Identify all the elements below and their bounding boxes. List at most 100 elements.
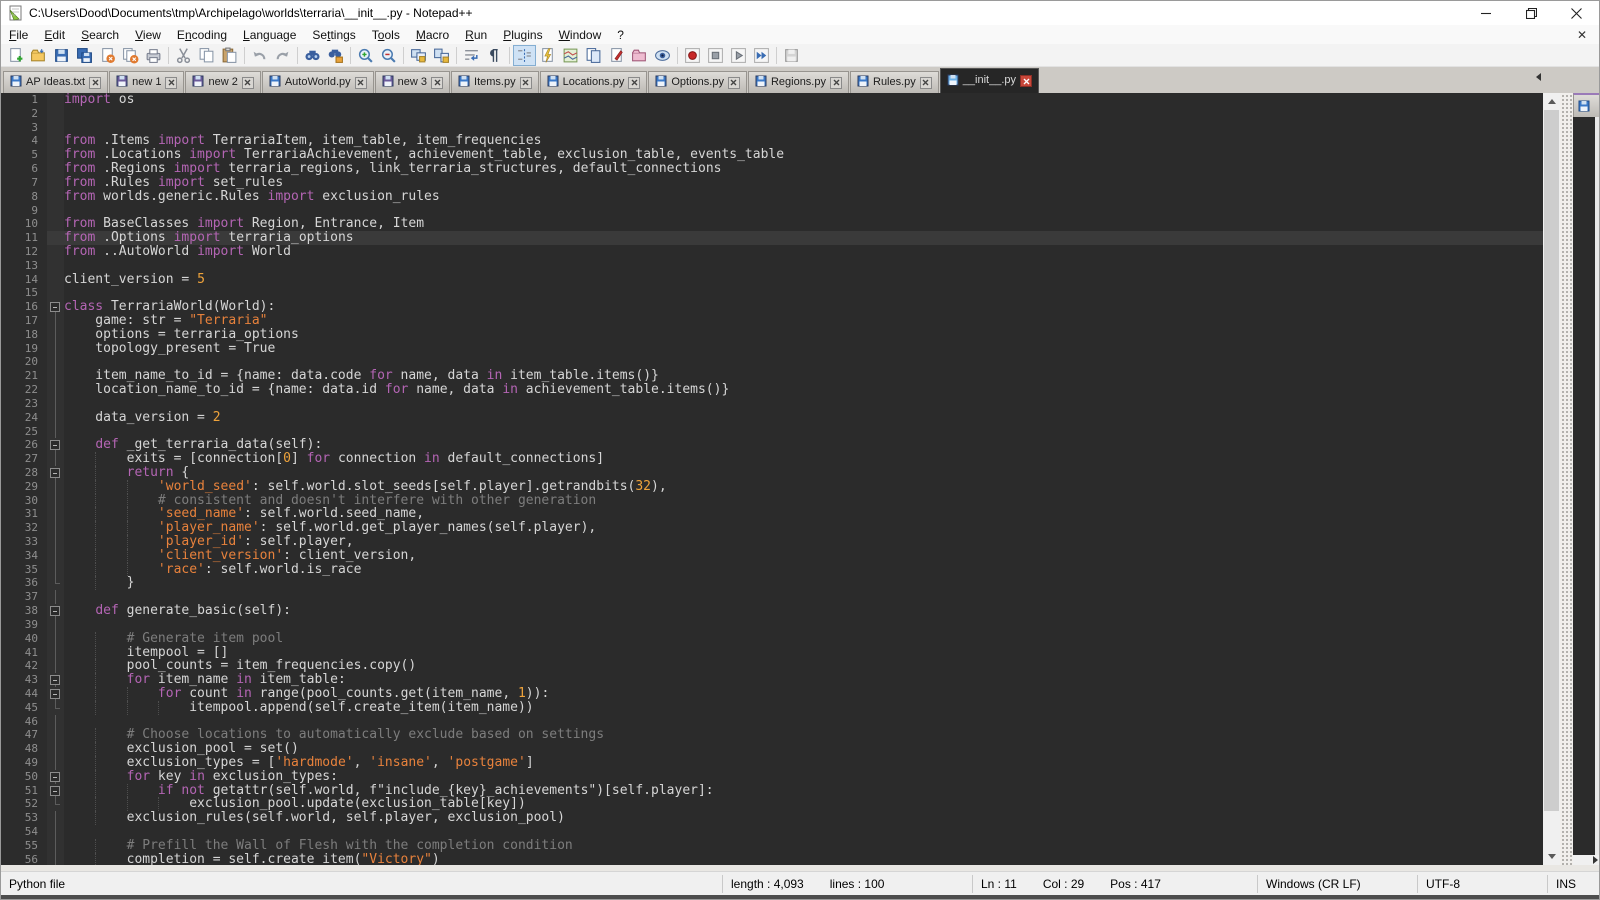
code-editor[interactable]: 1import os234from .Items import Terraria…: [1, 93, 1543, 865]
status-encoding[interactable]: UTF-8: [1426, 877, 1460, 891]
word-wrap-icon[interactable]: [460, 45, 483, 66]
fold-margin: [47, 342, 64, 356]
fold-toggle-icon[interactable]: [47, 604, 64, 618]
macro-playback-icon[interactable]: [727, 45, 750, 66]
new-file-icon[interactable]: [4, 45, 27, 66]
fold-toggle-icon[interactable]: [47, 673, 64, 687]
replace-icon[interactable]: [324, 45, 347, 66]
function-list-icon[interactable]: [536, 45, 559, 66]
code-text: data_version = 2: [64, 411, 1543, 425]
tab-close-icon[interactable]: [431, 77, 443, 89]
close-file-icon[interactable]: [96, 45, 119, 66]
define-language-icon[interactable]: [605, 45, 628, 66]
print-icon[interactable]: [142, 45, 165, 66]
menu-item-edit[interactable]: Edit: [36, 26, 73, 44]
second-view-tab[interactable]: [1573, 93, 1599, 117]
fold-margin: [47, 397, 64, 411]
tab-options-py[interactable]: Options.py: [648, 71, 747, 93]
tab-locations-py[interactable]: Locations.py: [540, 71, 648, 93]
tab-close-icon[interactable]: [355, 77, 367, 89]
status-eol-format[interactable]: Windows (CR LF): [1266, 877, 1361, 891]
menu-item-[interactable]: ?: [609, 26, 632, 44]
document-map-icon[interactable]: [559, 45, 582, 66]
tab-new-3[interactable]: new 3: [375, 71, 450, 93]
save-all-icon[interactable]: [73, 45, 96, 66]
folder-as-workspace-icon[interactable]: [628, 45, 651, 66]
code-line: 50 for key in exclusion_types:: [1, 770, 1543, 784]
vertical-scrollbar[interactable]: [1543, 93, 1560, 865]
undo-icon[interactable]: [248, 45, 271, 66]
tab--init-py[interactable]: __init__.py: [940, 68, 1039, 93]
tab-new-1[interactable]: new 1: [109, 71, 184, 93]
fold-toggle-icon[interactable]: [47, 770, 64, 784]
document-list-icon[interactable]: [582, 45, 605, 66]
code-line: 40 # Generate item pool: [1, 632, 1543, 646]
code-text: class TerrariaWorld(World):: [64, 300, 1543, 314]
menu-item-tools[interactable]: Tools: [364, 26, 408, 44]
menu-item-search[interactable]: Search: [73, 26, 127, 44]
view-splitter[interactable]: [1560, 93, 1573, 865]
show-all-characters-icon[interactable]: [483, 45, 506, 66]
fold-toggle-icon[interactable]: [47, 784, 64, 798]
macro-stop-icon[interactable]: [704, 45, 727, 66]
menu-item-run[interactable]: Run: [457, 26, 495, 44]
second-view-sliver: [1573, 93, 1599, 865]
fold-toggle-icon[interactable]: [47, 687, 64, 701]
fold-toggle-icon[interactable]: [47, 300, 64, 314]
restore-button[interactable]: [1509, 1, 1554, 25]
close-button[interactable]: [1554, 1, 1599, 25]
open-file-icon[interactable]: [27, 45, 50, 66]
find-icon[interactable]: [301, 45, 324, 66]
menu-item-settings[interactable]: Settings: [304, 26, 363, 44]
menu-item-view[interactable]: View: [127, 26, 169, 44]
menu-item-window[interactable]: Window: [551, 26, 610, 44]
monitoring-icon[interactable]: [651, 45, 674, 66]
zoom-out-icon[interactable]: [377, 45, 400, 66]
close-all-icon[interactable]: [119, 45, 142, 66]
tab-new-2[interactable]: new 2: [185, 71, 260, 93]
menu-item-file[interactable]: File: [1, 26, 36, 44]
tab-close-icon[interactable]: [728, 77, 740, 89]
tab-rules-py[interactable]: Rules.py: [850, 71, 939, 93]
menu-item-language[interactable]: Language: [235, 26, 304, 44]
second-view-editor[interactable]: [1573, 117, 1599, 855]
tab-close-icon[interactable]: [165, 77, 177, 89]
menu-item-macro[interactable]: Macro: [408, 26, 457, 44]
tab-close-icon[interactable]: [242, 77, 254, 89]
minimize-button[interactable]: [1464, 1, 1509, 25]
tab-close-icon[interactable]: [520, 77, 532, 89]
tab-close-icon[interactable]: [830, 77, 842, 89]
menubar-close-icon[interactable]: ✕: [1565, 28, 1599, 42]
tab-autoworld-py[interactable]: AutoWorld.py: [262, 71, 374, 93]
copy-icon[interactable]: [195, 45, 218, 66]
tab-label: new 1: [132, 76, 161, 88]
zoom-in-icon[interactable]: [354, 45, 377, 66]
macro-record-icon[interactable]: [681, 45, 704, 66]
sync-scroll-horizontal-icon[interactable]: [430, 45, 453, 66]
tab-items-py[interactable]: Items.py: [451, 71, 539, 93]
fold-toggle-icon[interactable]: [47, 438, 64, 452]
tab-ap-ideas-txt[interactable]: AP Ideas.txt: [3, 71, 108, 93]
tab-close-icon[interactable]: [920, 77, 932, 89]
tab-close-icon[interactable]: [89, 77, 101, 89]
sync-scroll-vertical-icon[interactable]: [407, 45, 430, 66]
tab-scroll-left-icon[interactable]: [1536, 73, 1541, 81]
scroll-down-icon[interactable]: [1543, 848, 1560, 865]
second-view-hscroll[interactable]: [1573, 855, 1599, 865]
redo-icon[interactable]: [271, 45, 294, 66]
tab-regions-py[interactable]: Regions.py: [748, 71, 849, 93]
fold-toggle-icon[interactable]: [47, 466, 64, 480]
tab-close-icon[interactable]: [1020, 75, 1032, 87]
menu-item-encoding[interactable]: Encoding: [169, 26, 235, 44]
tab-close-icon[interactable]: [628, 77, 640, 89]
scrollbar-thumb[interactable]: [1544, 110, 1559, 811]
macro-run-multiple-icon[interactable]: [750, 45, 773, 66]
paste-icon[interactable]: [218, 45, 241, 66]
menu-item-plugins[interactable]: Plugins: [495, 26, 550, 44]
scroll-up-icon[interactable]: [1543, 93, 1560, 110]
show-indent-guide-icon[interactable]: [513, 45, 536, 66]
save-file-icon[interactable]: [50, 45, 73, 66]
cut-icon[interactable]: [172, 45, 195, 66]
scrollbar-track[interactable]: [1543, 110, 1560, 848]
status-insert-mode[interactable]: INS: [1556, 877, 1576, 891]
